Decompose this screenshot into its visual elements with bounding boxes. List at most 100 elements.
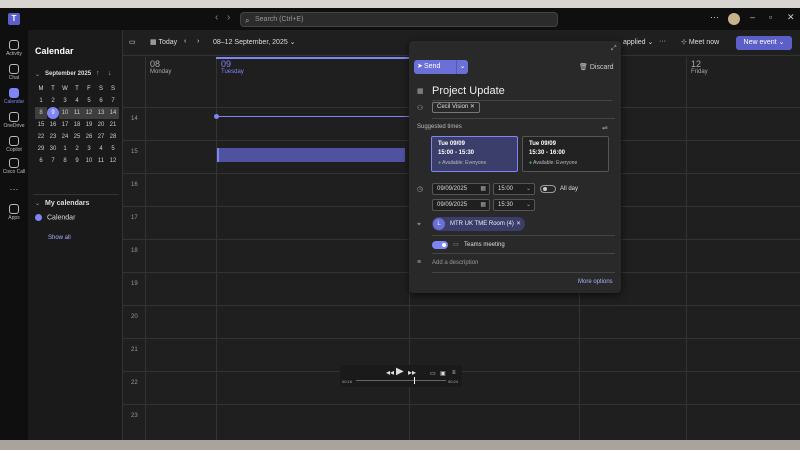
- my-calendars-chevron-icon[interactable]: ⌄: [35, 200, 40, 207]
- mini-calendar-day[interactable]: 4: [71, 95, 83, 107]
- mini-calendar-day[interactable]: 9: [47, 107, 59, 119]
- month-up-icon[interactable]: ↑: [96, 70, 100, 77]
- mini-calendar-day[interactable]: 19: [83, 119, 95, 131]
- rail-item-onedrive[interactable]: OneDrive: [0, 112, 28, 129]
- mini-calendar-day[interactable]: 13: [95, 107, 107, 119]
- mini-calendar-day[interactable]: 3: [83, 143, 95, 155]
- rail-item-cisco-call[interactable]: Cisco Call: [0, 158, 28, 175]
- day-header-monday[interactable]: 08 Monday: [145, 57, 216, 85]
- expand-icon[interactable]: ⤢: [611, 45, 617, 53]
- mini-calendar-day[interactable]: 12: [83, 107, 95, 119]
- today-button[interactable]: ▦ Today: [150, 38, 177, 46]
- mini-calendar-day[interactable]: 16: [47, 119, 59, 131]
- mini-calendar-day[interactable]: 1: [35, 95, 47, 107]
- rail-item-chat[interactable]: Chat: [0, 64, 28, 81]
- mini-calendar-day[interactable]: 27: [95, 131, 107, 143]
- mini-calendar-day[interactable]: 2: [47, 95, 59, 107]
- mini-calendar-day[interactable]: 28: [107, 131, 119, 143]
- month-down-icon[interactable]: ↓: [108, 70, 112, 77]
- media-progress-track[interactable]: [356, 380, 446, 381]
- new-event-button[interactable]: New event ⌄: [736, 36, 792, 50]
- mini-calendar-day[interactable]: 22: [35, 131, 47, 143]
- suggested-time-card[interactable]: Tue 09/09 15:30 - 16:00 ● Available: Eve…: [522, 136, 609, 172]
- mini-calendar-day[interactable]: 8: [59, 155, 71, 167]
- toolbar-more-icon[interactable]: ···: [659, 38, 666, 45]
- avatar[interactable]: [728, 13, 740, 25]
- date-range-dropdown[interactable]: 08–12 September, 2025 ⌄: [213, 38, 296, 46]
- mini-calendar-day[interactable]: 25: [71, 131, 83, 143]
- mini-calendar-day[interactable]: 20: [95, 119, 107, 131]
- remove-room-icon[interactable]: ✕: [516, 217, 521, 231]
- attendee-chip[interactable]: Cecil Vision ✕: [432, 102, 480, 113]
- meet-now-button[interactable]: ⊹ Meet now: [681, 38, 719, 46]
- back-arrow-icon[interactable]: ‹: [215, 12, 218, 23]
- mini-calendar-day[interactable]: 11: [95, 155, 107, 167]
- remove-attendee-icon[interactable]: ✕: [470, 104, 475, 110]
- mini-calendar-day[interactable]: 14: [107, 107, 119, 119]
- more-menu-icon[interactable]: ⋯: [710, 12, 719, 23]
- start-time-field[interactable]: 15:00 ⌄: [493, 183, 535, 195]
- sidebar-toggle-icon[interactable]: ▭: [129, 38, 136, 46]
- mini-calendar-day[interactable]: 17: [59, 119, 71, 131]
- end-time-field[interactable]: 15:30 ⌄: [493, 199, 535, 211]
- collapse-chevron-icon[interactable]: ⌄: [35, 71, 40, 78]
- show-all-link[interactable]: Show all: [48, 235, 71, 241]
- end-date-field[interactable]: 09/09/2025 ▦: [432, 199, 490, 211]
- mini-calendar-day[interactable]: 2: [71, 143, 83, 155]
- rail-item-copilot[interactable]: Copilot: [0, 136, 28, 153]
- mini-calendar-day[interactable]: 5: [83, 95, 95, 107]
- forward-arrow-icon[interactable]: ›: [227, 12, 230, 23]
- maximize-icon[interactable]: ▫: [769, 12, 772, 22]
- event-title-input[interactable]: Project Update: [432, 85, 612, 101]
- media-progress-handle[interactable]: [414, 377, 415, 384]
- mini-calendar-day[interactable]: 24: [59, 131, 71, 143]
- play-icon[interactable]: ▶: [396, 366, 404, 377]
- room-chip[interactable]: L MTR UK TME Room (4) ✕: [432, 217, 525, 231]
- mini-calendar-day[interactable]: 7: [107, 95, 119, 107]
- discard-button[interactable]: 🗑 Discard: [579, 63, 614, 71]
- mini-calendar-day[interactable]: 21: [107, 119, 119, 131]
- mini-calendar-day[interactable]: 12: [107, 155, 119, 167]
- close-icon[interactable]: ✕: [787, 12, 795, 23]
- search-input[interactable]: ⌕ Search (Ctrl+E): [240, 12, 558, 27]
- next-week-icon[interactable]: ›: [197, 38, 199, 45]
- mini-calendar-day[interactable]: 10: [83, 155, 95, 167]
- calendar-list-item[interactable]: Calendar: [35, 214, 75, 221]
- teams-meeting-toggle[interactable]: [432, 241, 448, 249]
- mini-calendar-day[interactable]: 3: [59, 95, 71, 107]
- minimize-icon[interactable]: –: [750, 12, 755, 22]
- pip-icon[interactable]: ▣: [440, 370, 446, 377]
- draft-event-block[interactable]: [217, 148, 405, 162]
- send-options-chevron-icon[interactable]: ⌄: [456, 60, 468, 74]
- mini-calendar-day[interactable]: 15: [35, 119, 47, 131]
- rail-more-icon[interactable]: ···: [0, 184, 28, 194]
- mini-calendar-day[interactable]: 6: [35, 155, 47, 167]
- filter-applied-dropdown[interactable]: applied ⌄: [623, 38, 653, 46]
- rewind-icon[interactable]: ◂◂: [386, 368, 394, 377]
- all-day-toggle[interactable]: [540, 185, 556, 193]
- mini-calendar-day[interactable]: 5: [107, 143, 119, 155]
- screen-icon[interactable]: ▭: [430, 370, 436, 377]
- mini-calendar-day[interactable]: 18: [71, 119, 83, 131]
- mini-calendar-day[interactable]: 26: [83, 131, 95, 143]
- forward-icon[interactable]: ▸▸: [408, 368, 416, 377]
- mini-calendar-day[interactable]: 8: [35, 107, 47, 119]
- mini-calendar-day[interactable]: 9: [71, 155, 83, 167]
- rail-item-calendar[interactable]: Calendar: [0, 88, 28, 105]
- day-header-friday[interactable]: 12 Friday: [686, 57, 800, 85]
- mini-calendar-day[interactable]: 29: [35, 143, 47, 155]
- menu-icon[interactable]: ≡: [452, 370, 456, 376]
- send-button[interactable]: ➤ Send ⌄: [414, 60, 468, 74]
- filter-settings-icon[interactable]: ⇌: [602, 124, 608, 132]
- rail-item-activity[interactable]: Activity: [0, 40, 28, 57]
- mini-calendar-day[interactable]: 6: [95, 95, 107, 107]
- mini-calendar-day[interactable]: 1: [59, 143, 71, 155]
- rail-item-apps[interactable]: Apps: [0, 204, 28, 221]
- mini-calendar-day[interactable]: 23: [47, 131, 59, 143]
- more-options-link[interactable]: More options: [578, 279, 613, 285]
- day-header-tuesday[interactable]: 09 Tuesday: [216, 57, 409, 85]
- mini-calendar-day[interactable]: 7: [47, 155, 59, 167]
- suggested-time-card[interactable]: Tue 09/09 15:00 - 15:30 ● Available: Eve…: [431, 136, 518, 172]
- start-date-field[interactable]: 09/09/2025 ▦: [432, 183, 490, 195]
- mini-calendar-day[interactable]: 30: [47, 143, 59, 155]
